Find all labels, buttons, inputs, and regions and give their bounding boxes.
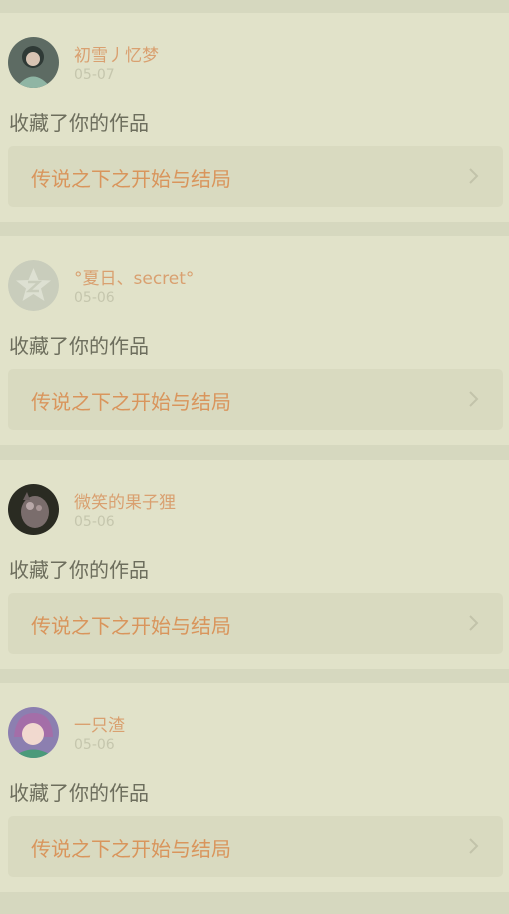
notification-date: 05-06 [74,514,115,530]
chevron-right-icon [465,391,481,407]
user-avatar[interactable] [8,484,59,535]
work-link[interactable]: 传说之下之开始与结局 [8,146,503,207]
work-link[interactable]: 传说之下之开始与结局 [8,369,503,430]
chevron-right-icon [465,615,481,631]
chevron-right-icon [465,168,481,184]
notification-date: 05-07 [74,67,115,83]
work-title: 传说之下之开始与结局 [31,390,231,414]
work-title: 传说之下之开始与结局 [31,167,231,191]
work-link[interactable]: 传说之下之开始与结局 [8,593,503,654]
action-text: 收藏了你的作品 [9,111,149,135]
avatar-photo-icon [8,37,59,88]
default-avatar-icon [8,260,59,311]
notification-date: 05-06 [74,737,115,753]
notification-card: 一只渣 05-06 收藏了你的作品 传说之下之开始与结局 [0,683,509,892]
action-text: 收藏了你的作品 [9,781,149,805]
user-avatar[interactable] [8,707,59,758]
user-name[interactable]: 微笑的果子狸 [74,488,176,513]
user-name[interactable]: 一只渣 [74,711,125,736]
work-title: 传说之下之开始与结局 [31,614,231,638]
action-text: 收藏了你的作品 [9,334,149,358]
user-name[interactable]: °夏日、secret° [74,264,194,289]
chevron-right-icon [465,838,481,854]
avatar-photo-icon [8,707,59,758]
user-avatar[interactable] [8,260,59,311]
user-name[interactable]: 初雪丿忆梦 [74,41,159,66]
action-text: 收藏了你的作品 [9,558,149,582]
user-avatar[interactable] [8,37,59,88]
notification-feed: 初雪丿忆梦 05-07 收藏了你的作品 传说之下之开始与结局 °夏日、secre… [0,0,509,914]
work-link[interactable]: 传说之下之开始与结局 [8,816,503,877]
work-title: 传说之下之开始与结局 [31,837,231,861]
notification-card: 微笑的果子狸 05-06 收藏了你的作品 传说之下之开始与结局 [0,460,509,669]
notification-card: 初雪丿忆梦 05-07 收藏了你的作品 传说之下之开始与结局 [0,13,509,222]
notification-card: °夏日、secret° 05-06 收藏了你的作品 传说之下之开始与结局 [0,236,509,445]
notification-date: 05-06 [74,290,115,306]
avatar-photo-icon [8,484,59,535]
